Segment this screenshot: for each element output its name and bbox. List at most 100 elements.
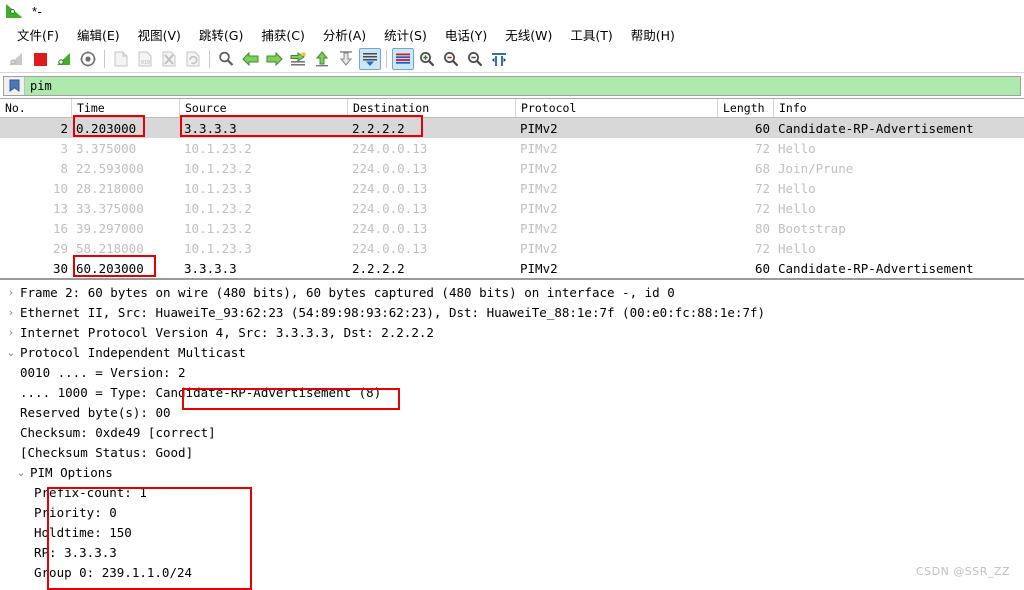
cell-destination: 224.0.0.13 <box>352 220 428 236</box>
detail-row-checksum-status[interactable]: [Checksum Status: Good] <box>0 442 1024 462</box>
restart-capture-icon[interactable] <box>53 48 75 70</box>
cell-destination: 224.0.0.13 <box>352 180 428 196</box>
go-first-packet-icon[interactable] <box>311 48 333 70</box>
go-forward-icon[interactable] <box>263 48 285 70</box>
save-file-icon[interactable]: 010 <box>134 48 156 70</box>
column-header-protocol[interactable]: Protocol <box>516 99 718 117</box>
cell-source: 10.1.23.3 <box>184 240 252 256</box>
chevron-right-icon[interactable]: › <box>4 286 18 299</box>
watermark-text: CSDN @SSR_ZZ <box>915 565 1010 578</box>
detail-row-type[interactable]: .... 1000 = Type: Candidate-RP-Advertise… <box>0 382 1024 402</box>
close-file-icon[interactable] <box>158 48 180 70</box>
cell-protocol: PIMv2 <box>520 260 558 276</box>
open-file-icon[interactable] <box>110 48 132 70</box>
cell-info: Hello <box>778 180 816 196</box>
cell-time: 58.218000 <box>76 240 144 256</box>
cell-protocol: PIMv2 <box>520 160 558 176</box>
menu-statistics[interactable]: 统计(S) <box>375 23 436 46</box>
menu-help[interactable]: 帮助(H) <box>622 23 684 46</box>
menu-analyze[interactable]: 分析(A) <box>314 23 375 46</box>
table-row[interactable]: 8 22.593000 10.1.23.2 224.0.0.13 PIMv2 6… <box>0 158 1024 178</box>
display-filter-input[interactable] <box>25 76 1020 95</box>
go-to-packet-icon[interactable] <box>287 48 309 70</box>
detail-row-ipv4[interactable]: › Internet Protocol Version 4, Src: 3.3.… <box>0 322 1024 342</box>
cell-protocol: PIMv2 <box>520 200 558 216</box>
cell-info: Hello <box>778 140 816 156</box>
cell-info: Hello <box>778 240 816 256</box>
stop-capture-icon[interactable] <box>29 48 51 70</box>
detail-row-prefix-count[interactable]: Prefix-count: 1 <box>0 482 1024 502</box>
table-row[interactable]: 13 33.375000 10.1.23.2 224.0.0.13 PIMv2 … <box>0 198 1024 218</box>
chevron-down-icon[interactable]: ⌄ <box>4 346 18 359</box>
detail-row-label: Holdtime: 150 <box>34 524 132 540</box>
start-capture-icon[interactable] <box>5 48 27 70</box>
cell-info: Candidate-RP-Advertisement <box>778 260 974 276</box>
cell-time: 28.218000 <box>76 180 144 196</box>
capture-options-icon[interactable] <box>77 48 99 70</box>
menu-telephony[interactable]: 电话(Y) <box>436 23 496 46</box>
packet-details-pane: › Frame 2: 60 bytes on wire (480 bits), … <box>0 278 1024 582</box>
zoom-out-icon[interactable] <box>440 48 462 70</box>
column-header-source[interactable]: Source <box>180 99 348 117</box>
wireshark-fin-logo-icon <box>6 3 24 19</box>
menu-edit[interactable]: 编辑(E) <box>68 23 129 46</box>
table-row[interactable]: 30 60.203000 3.3.3.3 2.2.2.2 PIMv2 60 Ca… <box>0 258 1024 278</box>
chevron-right-icon[interactable]: › <box>4 306 18 319</box>
detail-row-label: RP: 3.3.3.3 <box>34 544 117 560</box>
find-packet-icon[interactable] <box>215 48 237 70</box>
detail-row-label: Frame 2: 60 bytes on wire (480 bits), 60… <box>20 284 675 300</box>
auto-scroll-icon[interactable] <box>359 48 381 70</box>
cell-time: 22.593000 <box>76 160 144 176</box>
go-last-packet-icon[interactable] <box>335 48 357 70</box>
bookmark-icon[interactable] <box>4 76 25 95</box>
table-row[interactable]: 3 3.375000 10.1.23.2 224.0.0.13 PIMv2 72… <box>0 138 1024 158</box>
detail-row-label: Checksum: 0xde49 [correct] <box>20 424 216 440</box>
zoom-reset-icon[interactable] <box>464 48 486 70</box>
cell-no: 13 <box>52 200 68 216</box>
table-row[interactable]: 10 28.218000 10.1.23.3 224.0.0.13 PIMv2 … <box>0 178 1024 198</box>
table-row[interactable]: 16 39.297000 10.1.23.2 224.0.0.13 PIMv2 … <box>0 218 1024 238</box>
detail-row-pim-options[interactable]: ⌄ PIM Options <box>0 462 1024 482</box>
cell-no: 29 <box>52 240 68 256</box>
detail-row-version[interactable]: 0010 .... = Version: 2 <box>0 362 1024 382</box>
cell-destination: 2.2.2.2 <box>352 120 405 136</box>
chevron-right-icon[interactable]: › <box>4 326 18 339</box>
column-header-time[interactable]: Time <box>72 99 180 117</box>
detail-row-reserved[interactable]: Reserved byte(s): 00 <box>0 402 1024 422</box>
display-filter-container[interactable] <box>3 75 1021 96</box>
reload-file-icon[interactable] <box>182 48 204 70</box>
detail-row-group0[interactable]: Group 0: 239.1.1.0/24 <box>0 562 1024 582</box>
column-header-destination[interactable]: Destination <box>348 99 516 117</box>
detail-row-ethernet[interactable]: › Ethernet II, Src: HuaweiTe_93:62:23 (5… <box>0 302 1024 322</box>
table-row[interactable]: 2 0.203000 3.3.3.3 2.2.2.2 PIMv2 60 Cand… <box>0 118 1024 138</box>
colorize-packets-icon[interactable] <box>392 48 414 70</box>
menu-file[interactable]: 文件(F) <box>8 23 68 46</box>
column-header-no[interactable]: No. <box>0 99 72 117</box>
detail-row-pim[interactable]: ⌄ Protocol Independent Multicast <box>0 342 1024 362</box>
cell-source: 3.3.3.3 <box>184 120 237 136</box>
cell-time: 3.375000 <box>76 140 137 156</box>
display-filter-bar <box>0 73 1024 98</box>
column-header-info[interactable]: Info <box>774 99 1024 117</box>
table-row[interactable]: 29 58.218000 10.1.23.3 224.0.0.13 PIMv2 … <box>0 238 1024 258</box>
zoom-in-icon[interactable] <box>416 48 438 70</box>
detail-row-frame[interactable]: › Frame 2: 60 bytes on wire (480 bits), … <box>0 282 1024 302</box>
menu-tools[interactable]: 工具(T) <box>561 23 621 46</box>
chevron-down-icon[interactable]: ⌄ <box>14 466 28 479</box>
cell-source: 10.1.23.2 <box>184 160 252 176</box>
column-header-length[interactable]: Length <box>718 99 774 117</box>
cell-destination: 224.0.0.13 <box>352 200 428 216</box>
detail-row-rp[interactable]: RP: 3.3.3.3 <box>0 542 1024 562</box>
menu-capture[interactable]: 捕获(C) <box>252 23 313 46</box>
cell-source: 10.1.23.3 <box>184 180 252 196</box>
detail-row-holdtime[interactable]: Holdtime: 150 <box>0 522 1024 542</box>
menu-go[interactable]: 跳转(G) <box>190 23 252 46</box>
detail-row-priority[interactable]: Priority: 0 <box>0 502 1024 522</box>
toolbar-separator <box>209 50 210 68</box>
detail-row-checksum[interactable]: Checksum: 0xde49 [correct] <box>0 422 1024 442</box>
resize-columns-icon[interactable] <box>488 48 510 70</box>
cell-length: 60 <box>754 260 770 276</box>
menu-wireless[interactable]: 无线(W) <box>496 23 561 46</box>
menu-view[interactable]: 视图(V) <box>129 23 190 46</box>
go-back-icon[interactable] <box>239 48 261 70</box>
